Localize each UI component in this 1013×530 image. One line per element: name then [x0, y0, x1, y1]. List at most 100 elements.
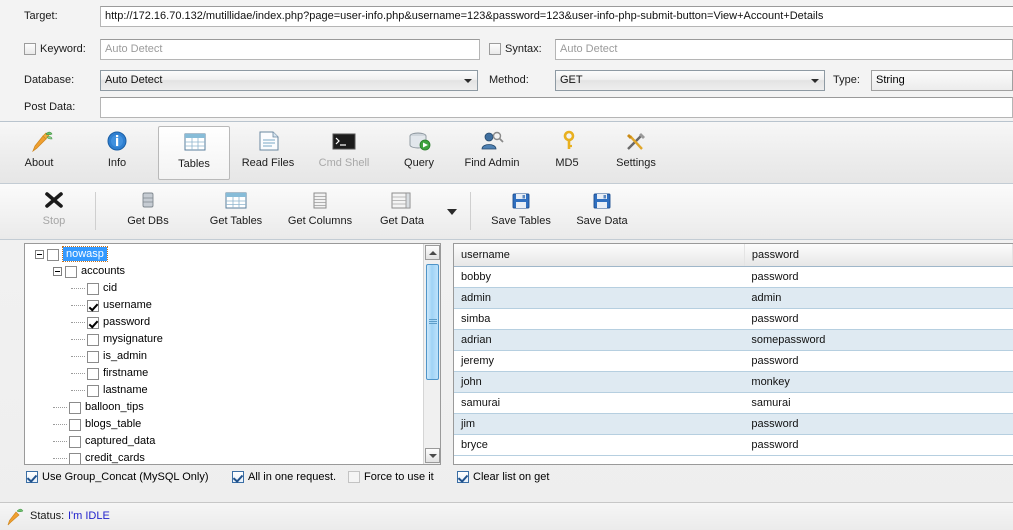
- tree-connector: [71, 305, 85, 306]
- option-clear-list[interactable]: Clear list on get: [457, 470, 549, 486]
- results-grid-panel[interactable]: username password bobby password admin admin…: [453, 243, 1013, 465]
- tree-node[interactable]: mysignature: [29, 331, 440, 348]
- all-in-one-checkbox[interactable]: [232, 471, 244, 484]
- toolbar-button-cmd-shell[interactable]: Cmd Shell: [306, 126, 382, 180]
- chevron-down-icon: [440, 201, 464, 221]
- table-row[interactable]: john monkey: [454, 371, 1013, 393]
- tree-node[interactable]: captured_data: [29, 433, 440, 450]
- action-button-get-data[interactable]: Get Data: [362, 187, 442, 235]
- option-group-concat[interactable]: Use Group_Concat (MySQL Only): [26, 470, 208, 486]
- syntax-checkbox[interactable]: [489, 43, 501, 56]
- scroll-down-button[interactable]: [425, 448, 440, 463]
- tree-node[interactable]: balloon_tips: [29, 399, 440, 416]
- tree-node[interactable]: nowasp: [29, 246, 440, 263]
- action-button-save-data[interactable]: Save Data: [562, 187, 642, 235]
- toolbar-button-md5-label: MD5: [555, 157, 579, 169]
- tree-node[interactable]: lastname: [29, 382, 440, 399]
- tree-node-label: mysignature: [103, 333, 163, 345]
- tree-node-checkbox[interactable]: [69, 401, 81, 414]
- status-label: Status:: [30, 510, 65, 522]
- group-concat-checkbox[interactable]: [26, 471, 38, 484]
- tree-node-checkbox[interactable]: [87, 384, 99, 397]
- tree-node-checkbox[interactable]: [69, 418, 81, 431]
- toolbar-button-tables[interactable]: Tables: [158, 126, 230, 180]
- force-to-use-checkbox[interactable]: [348, 471, 360, 484]
- action-button-get-dbs[interactable]: Get DBs: [108, 187, 188, 235]
- tree-node[interactable]: password: [29, 314, 440, 331]
- tree-node-checkbox[interactable]: [87, 367, 99, 380]
- scrollbar-thumb[interactable]: [426, 264, 439, 380]
- table-row[interactable]: admin admin: [454, 287, 1013, 309]
- tree-connector: [71, 390, 85, 391]
- toolbar-button-info[interactable]: Info: [86, 126, 148, 180]
- tree-node-checkbox[interactable]: [69, 452, 81, 464]
- tree-node[interactable]: is_admin: [29, 348, 440, 365]
- tree-node-checkbox[interactable]: [47, 248, 59, 261]
- toolbar-button-settings[interactable]: Settings: [600, 126, 672, 180]
- table-row[interactable]: jeremy password: [454, 350, 1013, 372]
- scroll-up-button[interactable]: [425, 245, 440, 260]
- table-row[interactable]: bobby password: [454, 266, 1013, 288]
- toolbar-button-find-admin-label: Find Admin: [464, 157, 520, 169]
- tree-node-label: nowasp: [62, 246, 108, 262]
- table-cell: adrian: [454, 329, 745, 351]
- table-cell: samurai: [454, 392, 745, 414]
- havij-main-window: Target: http://172.16.70.132/mutillidae/…: [0, 0, 1013, 530]
- tree-node[interactable]: accounts: [29, 263, 440, 280]
- database-select[interactable]: Auto Detect: [100, 70, 478, 91]
- toolbar-button-md5[interactable]: MD5: [538, 126, 596, 180]
- force-to-use-label: Force to use it: [364, 471, 434, 483]
- syntax-label: Syntax:: [505, 43, 542, 55]
- table-cell: password: [744, 350, 1013, 372]
- tree-node[interactable]: cid: [29, 280, 440, 297]
- tree-node[interactable]: blogs_table: [29, 416, 440, 433]
- syntax-input[interactable]: Auto Detect: [555, 39, 1013, 60]
- action-button-save-tables[interactable]: Save Tables: [478, 187, 564, 235]
- parameter-panel: Target: http://172.16.70.132/mutillidae/…: [0, 0, 1013, 122]
- table-row[interactable]: bryce password: [454, 434, 1013, 456]
- toolbar-button-query[interactable]: Query: [388, 126, 450, 180]
- clear-list-checkbox[interactable]: [457, 471, 469, 484]
- database-tree-panel[interactable]: nowasp accounts cid username password mysigna…: [24, 243, 441, 465]
- method-select[interactable]: GET: [555, 70, 825, 91]
- tree-node[interactable]: credit_cards: [29, 450, 440, 464]
- main-toolbar: About Info Tables Read Files Cmd Shell Q…: [0, 122, 1013, 184]
- keyword-input[interactable]: Auto Detect: [100, 39, 480, 60]
- option-force-to-use[interactable]: Force to use it: [348, 470, 434, 486]
- toolbar-button-about[interactable]: About: [8, 126, 70, 180]
- tree-expander-icon[interactable]: [53, 267, 62, 276]
- results-grid: username password bobby password admin admin…: [454, 244, 1013, 456]
- grid-column-header[interactable]: password: [744, 244, 1013, 267]
- tree-node-checkbox[interactable]: [87, 299, 99, 312]
- get-data-dropdown-button[interactable]: [440, 198, 464, 246]
- tree-node[interactable]: username: [29, 297, 440, 314]
- target-input[interactable]: http://172.16.70.132/mutillidae/index.ph…: [100, 6, 1013, 27]
- table-row[interactable]: samurai samurai: [454, 392, 1013, 414]
- toolbar-button-about-label: About: [24, 157, 54, 169]
- table-row[interactable]: jim password: [454, 413, 1013, 435]
- tree-node-checkbox[interactable]: [69, 435, 81, 448]
- toolbar-button-read-files[interactable]: Read Files: [232, 126, 304, 180]
- tree-node-checkbox[interactable]: [87, 350, 99, 363]
- tree-expander-icon[interactable]: [35, 250, 44, 259]
- tree-node-checkbox[interactable]: [65, 265, 77, 278]
- tree-node[interactable]: firstname: [29, 365, 440, 382]
- keyword-checkbox[interactable]: [24, 43, 36, 56]
- tree-node-checkbox[interactable]: [87, 316, 99, 329]
- tree-node-checkbox[interactable]: [87, 282, 99, 295]
- action-button-get-tables[interactable]: Get Tables: [190, 187, 282, 235]
- database-tree[interactable]: nowasp accounts cid username password mysigna…: [25, 244, 440, 464]
- tree-scrollbar[interactable]: [423, 244, 440, 464]
- action-button-get-columns[interactable]: Get Columns: [272, 187, 368, 235]
- action-button-save-data-label: Save Data: [576, 215, 628, 227]
- option-all-in-one[interactable]: All in one request.: [232, 470, 336, 486]
- table-row[interactable]: simba password: [454, 308, 1013, 330]
- action-button-stop[interactable]: Stop: [24, 187, 84, 235]
- tree-node-checkbox[interactable]: [87, 333, 99, 346]
- table-row[interactable]: adrian somepassword: [454, 329, 1013, 351]
- toolbar-button-find-admin[interactable]: Find Admin: [452, 126, 532, 180]
- type-select[interactable]: String: [871, 70, 1013, 91]
- post-data-input[interactable]: [100, 97, 1013, 118]
- grid-header-row: username password: [454, 244, 1013, 267]
- grid-column-header[interactable]: username: [454, 244, 745, 267]
